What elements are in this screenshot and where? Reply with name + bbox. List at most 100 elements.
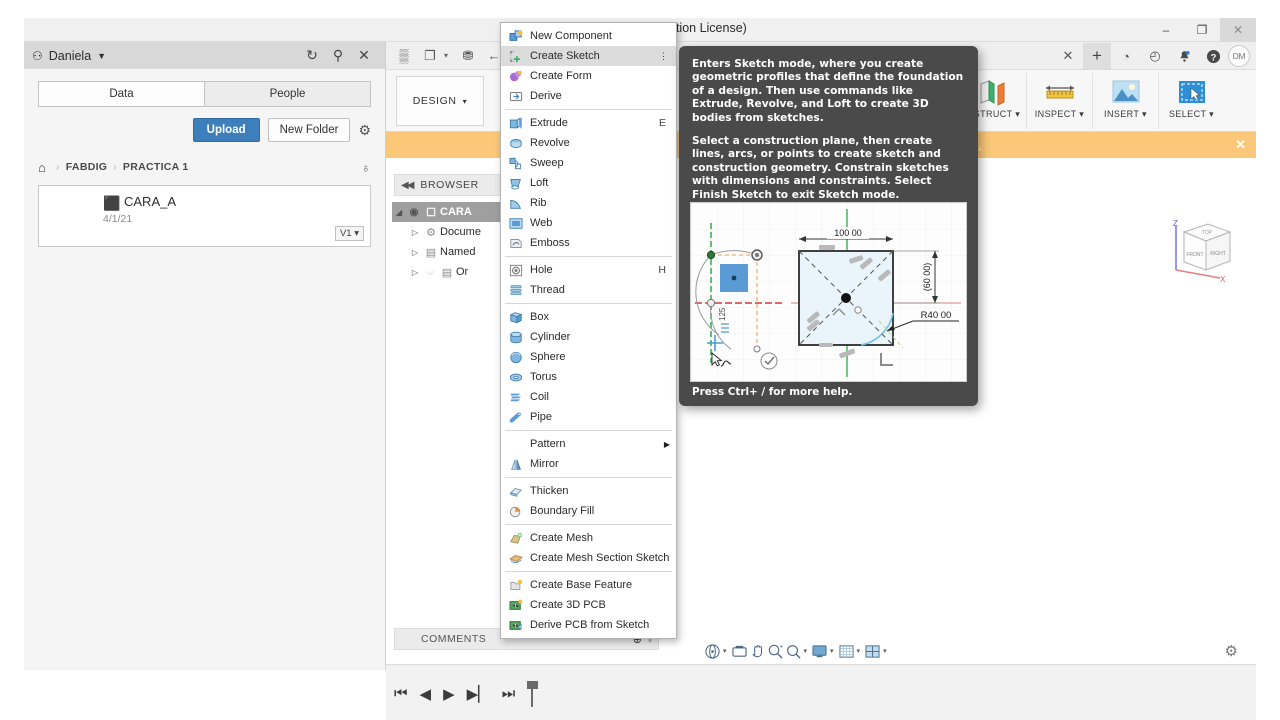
menu-item-loft[interactable]: Loft: [501, 173, 676, 193]
create-mesh-section-sketch-icon: [507, 551, 524, 566]
tab-people[interactable]: People: [204, 82, 370, 106]
notifications-bell-icon[interactable]: [1170, 43, 1198, 69]
menu-item-sphere[interactable]: Sphere: [501, 347, 676, 367]
menu-item-new-component[interactable]: New Component: [501, 26, 676, 46]
recent-clock-icon[interactable]: ◴: [1141, 43, 1169, 69]
menu-item-derive[interactable]: Derive: [501, 86, 676, 106]
file-card-cara-a[interactable]: ⬛ CARA_A 4/1/21 V1 ▾: [38, 185, 371, 247]
menu-item-torus[interactable]: Torus: [501, 367, 676, 387]
menu-item-thicken[interactable]: Thicken: [501, 481, 676, 501]
banner-close-icon[interactable]: ✕: [1235, 137, 1246, 153]
new-file-icon[interactable]: ❐: [418, 45, 442, 67]
save-icon[interactable]: ⛃: [456, 45, 480, 67]
menu-item-thread[interactable]: Thread: [501, 280, 676, 300]
menu-item-create-form[interactable]: Create Form: [501, 66, 676, 86]
close-panel-icon[interactable]: ✕: [351, 47, 377, 64]
display-settings-icon[interactable]: [811, 644, 828, 659]
menu-item-cylinder[interactable]: Cylinder: [501, 327, 676, 347]
workspace-switcher[interactable]: DESIGN ▾: [396, 76, 484, 126]
viewports-icon[interactable]: [864, 644, 881, 659]
refresh-icon[interactable]: ↻: [299, 47, 325, 64]
avatar[interactable]: DM: [1228, 45, 1250, 67]
menu-item-create-3d-pcb[interactable]: Create 3D PCB: [501, 595, 676, 615]
menu-item-revolve[interactable]: Revolve: [501, 133, 676, 153]
settings-gear-icon[interactable]: ⚙: [1225, 642, 1238, 660]
menu-item-sweep[interactable]: Sweep: [501, 153, 676, 173]
menu-item-pipe[interactable]: Pipe: [501, 407, 676, 427]
zoom-window-caret-icon[interactable]: ▾: [804, 647, 808, 655]
upload-button[interactable]: Upload: [192, 118, 260, 142]
menu-item-extrude[interactable]: Extrude E: [501, 113, 676, 133]
orbit-caret-icon[interactable]: ▾: [723, 647, 727, 655]
search-icon[interactable]: ⚲: [325, 47, 351, 64]
display-settings-caret-icon[interactable]: ▾: [830, 647, 834, 655]
pan-icon[interactable]: [749, 643, 766, 660]
new-tab-icon[interactable]: +: [1083, 43, 1111, 69]
step-back-button[interactable]: ◀: [420, 685, 432, 703]
breadcrumb-item-fabdig[interactable]: FABDIG: [66, 161, 107, 173]
new-folder-button[interactable]: New Folder: [267, 118, 351, 142]
menu-separator: [505, 477, 672, 478]
menu-separator: [505, 303, 672, 304]
zoom-icon[interactable]: +: [767, 643, 784, 660]
globe-icon[interactable]: ♁: [361, 160, 371, 175]
menu-item-pattern[interactable]: Pattern ▶: [501, 434, 676, 454]
hub-caret-icon[interactable]: ▼: [97, 51, 106, 61]
new-file-caret-icon[interactable]: ▾: [444, 51, 454, 60]
expand-arrow-icon[interactable]: ◢: [392, 208, 406, 217]
home-icon[interactable]: ⌂: [38, 160, 46, 175]
step-forward-button[interactable]: ▶▏: [467, 685, 490, 703]
menu-item-coil[interactable]: Coil: [501, 387, 676, 407]
menu-item-create-sketch[interactable]: Create Sketch ⋮: [501, 46, 676, 66]
minimize-button[interactable]: –: [1148, 18, 1184, 42]
help-question-icon[interactable]: ?: [1199, 43, 1227, 69]
ribbon-group-inspect[interactable]: INSPECT ▾: [1026, 73, 1092, 129]
menu-item-emboss[interactable]: Emboss: [501, 233, 676, 253]
go-to-beginning-button[interactable]: ⏮: [394, 685, 408, 702]
file-version-badge[interactable]: V1 ▾: [334, 226, 364, 241]
timeline-marker[interactable]: [527, 680, 539, 707]
app-grid-icon[interactable]: ▒: [392, 45, 416, 67]
menu-item-create-base-feature[interactable]: Create Base Feature: [501, 575, 676, 595]
maximize-button[interactable]: ❐: [1184, 18, 1220, 42]
menu-item-derive-pcb-from-sketch[interactable]: Derive PCB from Sketch: [501, 615, 676, 635]
menu-item-box[interactable]: Box: [501, 307, 676, 327]
submenu-arrow-icon[interactable]: ▶: [664, 440, 670, 449]
ribbon-group-select[interactable]: SELECT ▾: [1158, 73, 1224, 129]
menu-item-create-mesh-section-sketch[interactable]: Create Mesh Section Sketch: [501, 548, 676, 568]
tree-row-root[interactable]: ◢ ◉ ☐ CARA: [392, 202, 512, 222]
menu-item-web[interactable]: Web: [501, 213, 676, 233]
close-button[interactable]: ✕: [1220, 18, 1256, 42]
gear-icon[interactable]: ⚙: [358, 122, 371, 139]
cylinder-icon: [507, 330, 524, 345]
menu-item-overflow-icon[interactable]: ⋮: [659, 51, 668, 60]
menu-item-hole[interactable]: Hole H: [501, 260, 676, 280]
viewports-caret-icon[interactable]: ▾: [883, 647, 887, 655]
menu-item-boundary-fill[interactable]: Boundary Fill: [501, 501, 676, 521]
grid-snap-caret-icon[interactable]: ▾: [857, 647, 861, 655]
help-globe-icon[interactable]: ◔: [1112, 43, 1140, 69]
hub-name[interactable]: Daniela: [49, 49, 91, 63]
sweep-icon: [507, 156, 524, 171]
expand-arrow-icon[interactable]: ▷: [408, 248, 422, 257]
menu-item-create-mesh[interactable]: Create Mesh: [501, 528, 676, 548]
menu-item-label: Coil: [530, 391, 549, 403]
expand-arrow-icon[interactable]: ▷: [408, 228, 422, 237]
expand-arrow-icon[interactable]: ▷: [408, 268, 422, 277]
play-button[interactable]: ▶: [443, 685, 455, 703]
orbit-icon[interactable]: [704, 643, 721, 660]
grid-snap-icon[interactable]: [838, 644, 855, 659]
go-to-end-button[interactable]: ⏭: [502, 685, 516, 702]
visibility-off-icon[interactable]: ⌵: [422, 267, 438, 278]
menu-item-mirror[interactable]: Mirror: [501, 454, 676, 474]
menu-item-rib[interactable]: Rib: [501, 193, 676, 213]
view-cube[interactable]: TOP FRONT RIGHT Z X: [1162, 210, 1238, 286]
breadcrumb-item-practica-1[interactable]: PRACTICA 1: [123, 161, 189, 173]
look-at-icon[interactable]: [731, 644, 748, 659]
visibility-eye-icon[interactable]: ◉: [406, 207, 422, 218]
zoom-window-icon[interactable]: [785, 643, 802, 660]
collapse-icon[interactable]: ◀◀: [401, 180, 414, 191]
ribbon-group-insert[interactable]: INSERT ▾: [1092, 73, 1158, 129]
tab-data[interactable]: Data: [39, 82, 204, 106]
tab-close-icon[interactable]: ✕: [1054, 43, 1082, 69]
